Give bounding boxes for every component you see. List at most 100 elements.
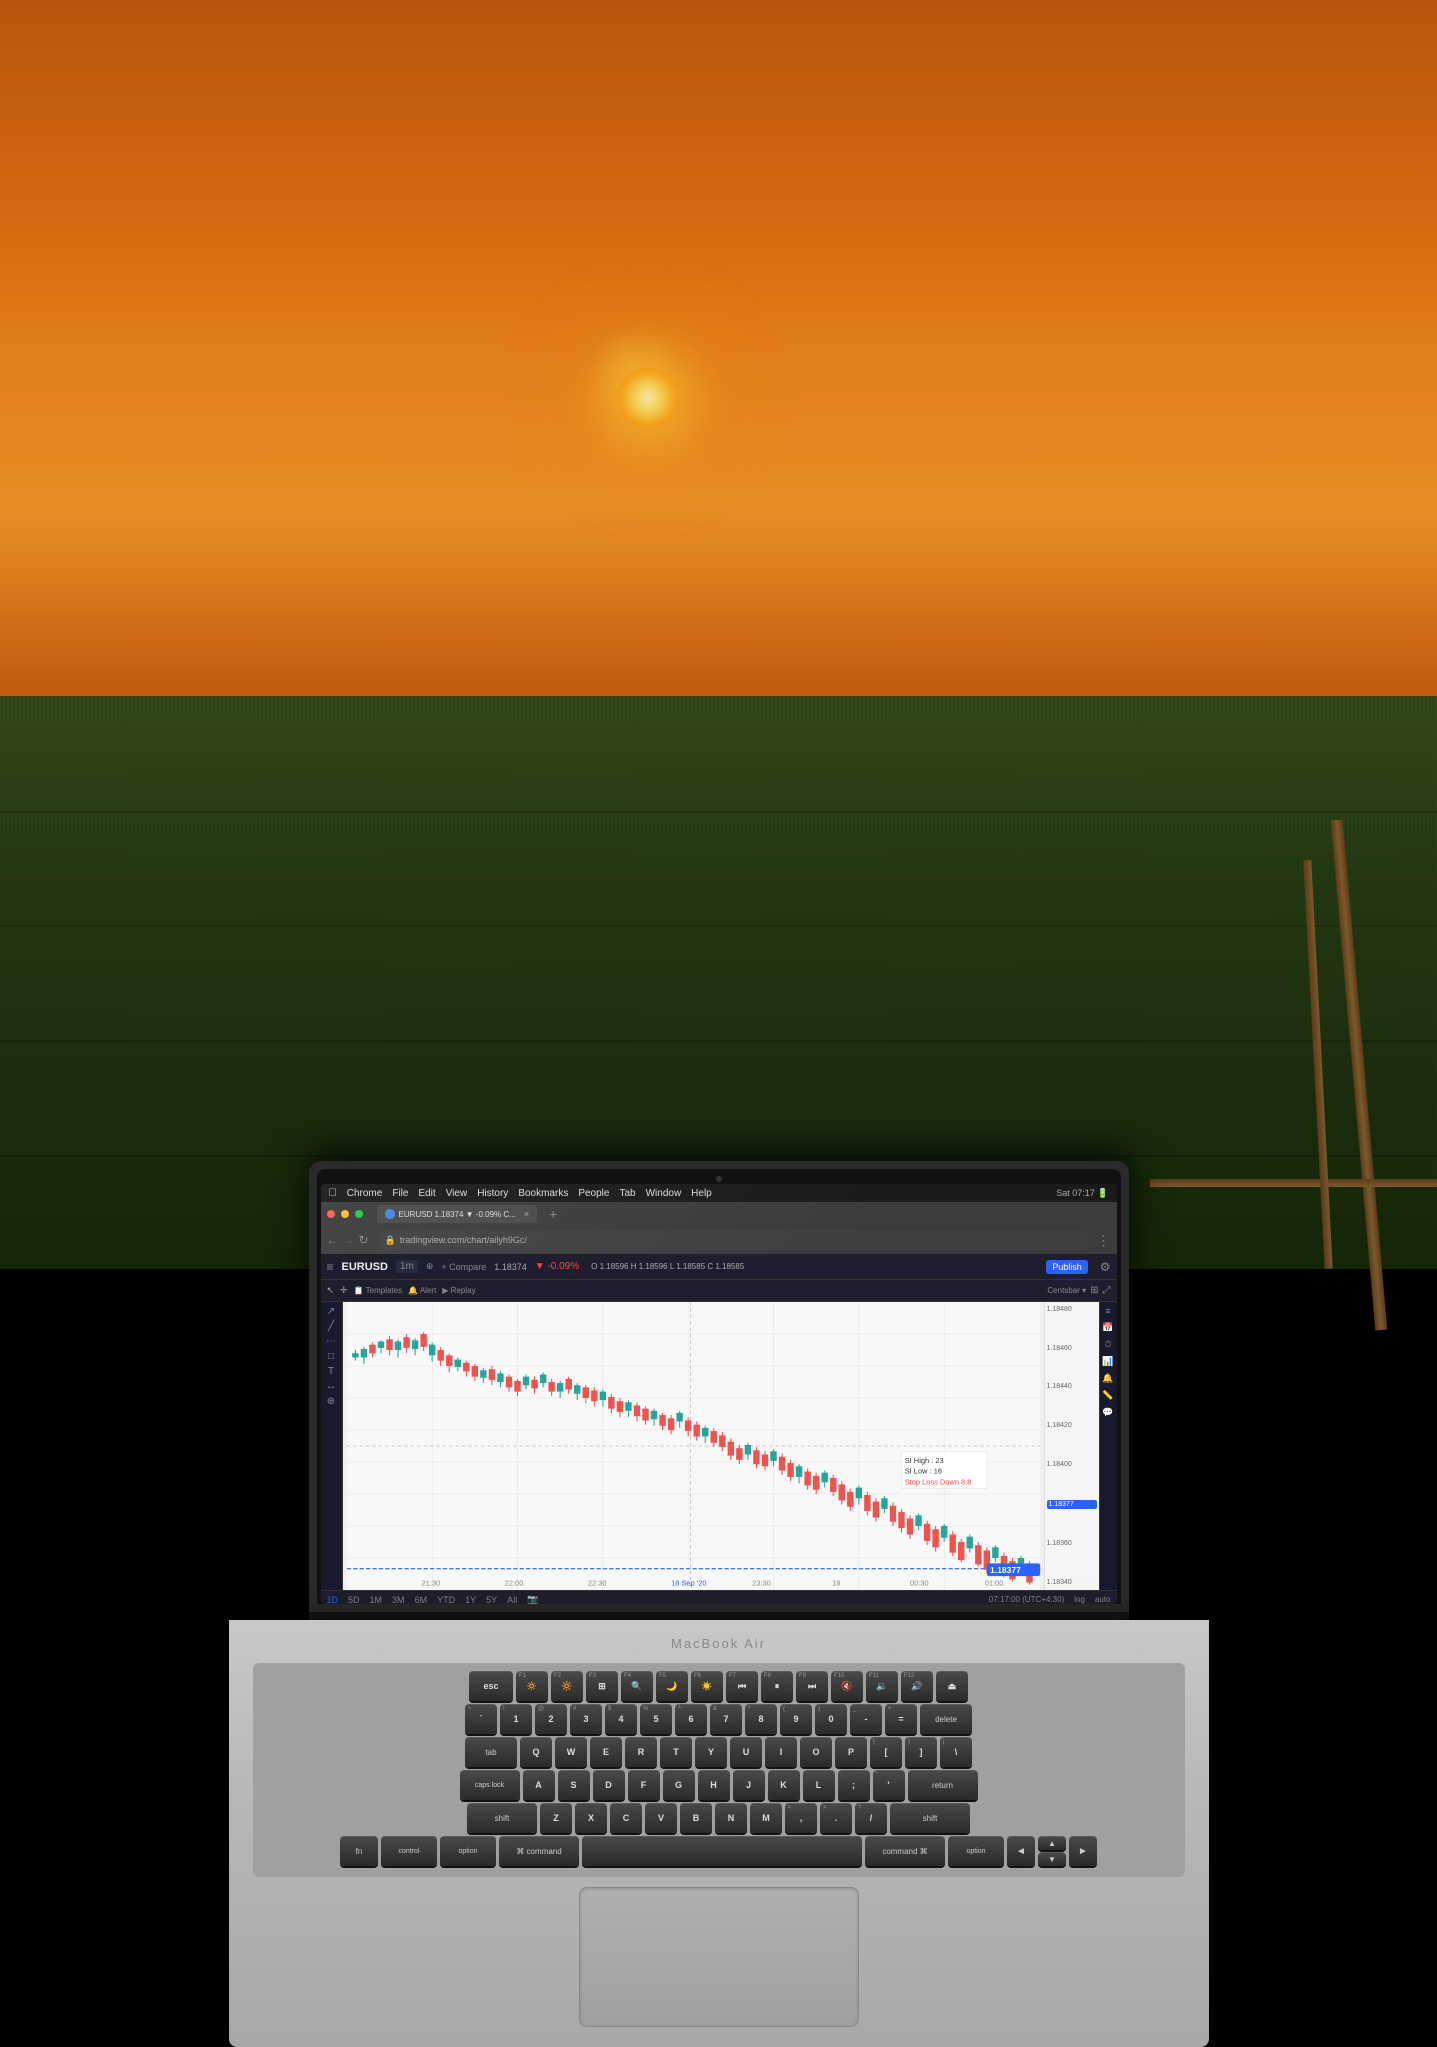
alert-icon-right[interactable]: 🔔 [1102, 1373, 1113, 1384]
fib-tool[interactable]: ⋯ [326, 1336, 336, 1347]
minimize-button[interactable] [341, 1210, 349, 1218]
templates-label[interactable]: 📋 Templates [354, 1286, 403, 1295]
key-slash[interactable]: ?/ [855, 1803, 887, 1833]
tv-symbol[interactable]: EURUSD [342, 1261, 388, 1273]
tv-menu-icon[interactable]: ≡ [327, 1260, 334, 1274]
key-5[interactable]: %5 [640, 1704, 672, 1734]
new-tab-button[interactable]: + [549, 1206, 557, 1222]
watchlist-icon[interactable]: ≡ [1105, 1306, 1110, 1316]
key-shift-right[interactable]: shift [890, 1803, 970, 1833]
calendar-icon[interactable]: 📅 [1102, 1322, 1113, 1333]
key-minus[interactable]: _- [850, 1704, 882, 1734]
timerange-all[interactable]: All [507, 1595, 517, 1605]
timerange-5y[interactable]: 5Y [486, 1595, 497, 1605]
touchpad[interactable] [579, 1887, 859, 2027]
close-button[interactable] [327, 1210, 335, 1218]
key-f11[interactable]: F11🔉 [866, 1671, 898, 1701]
key-j[interactable]: J [733, 1770, 765, 1800]
key-4[interactable]: $4 [605, 1704, 637, 1734]
clock-icon[interactable]: ⏱ [1104, 1339, 1111, 1350]
tv-timeframe[interactable]: 1m [396, 1260, 418, 1273]
view-menu-item[interactable]: View [446, 1188, 468, 1199]
timerange-6m[interactable]: 6M [415, 1595, 428, 1605]
key-t[interactable]: T [660, 1737, 692, 1767]
arrow-tool[interactable]: ↗ [327, 1306, 335, 1317]
key-0[interactable]: )0 [815, 1704, 847, 1734]
key-f12[interactable]: F12🔊 [901, 1671, 933, 1701]
chrome-tab[interactable]: EURUSD 1.18374 ▼ -0.09% C... × [377, 1205, 538, 1223]
chat-icon[interactable]: 💬 [1102, 1407, 1113, 1418]
back-button[interactable]: ← [327, 1233, 339, 1247]
key-f[interactable]: F [628, 1770, 660, 1800]
tab-close-icon[interactable]: × [524, 1209, 529, 1219]
key-spacebar[interactable] [582, 1836, 862, 1866]
chrome-menu-item[interactable]: Chrome [347, 1188, 383, 1199]
zoom-tool[interactable]: ⊕ [327, 1396, 335, 1407]
window-menu-item[interactable]: Window [646, 1188, 682, 1199]
key-1[interactable]: !1 [500, 1704, 532, 1734]
key-equals[interactable]: += [885, 1704, 917, 1734]
key-x[interactable]: X [575, 1803, 607, 1833]
shape-tool[interactable]: □ [328, 1351, 334, 1362]
key-s[interactable]: S [558, 1770, 590, 1800]
key-option-left[interactable]: option [440, 1836, 496, 1866]
reload-button[interactable]: ↻ [359, 1233, 369, 1247]
measure-tool[interactable]: ↔ [326, 1381, 336, 1392]
key-f9[interactable]: F9⏭ [796, 1671, 828, 1701]
tv-compare-label[interactable]: + Compare [441, 1262, 486, 1272]
key-o[interactable]: O [800, 1737, 832, 1767]
file-menu-item[interactable]: File [392, 1188, 408, 1199]
replay-label[interactable]: ▶ Replay [442, 1286, 475, 1295]
publish-button[interactable]: Publish [1046, 1260, 1088, 1274]
tv-fullscreen-icon[interactable]: ⤢ [1103, 1285, 1111, 1296]
tv-auto-btn[interactable]: auto [1095, 1595, 1111, 1604]
key-3[interactable]: #3 [570, 1704, 602, 1734]
bookmarks-menu-item[interactable]: Bookmarks [518, 1188, 568, 1199]
address-bar[interactable]: 🔒 tradingview.com/chart/ailyh9Gc/ [377, 1230, 1089, 1250]
indicator-icon[interactable]: 📊 [1102, 1356, 1113, 1367]
cursor-tool[interactable]: ↖ [327, 1285, 335, 1296]
key-eject[interactable]: ⏏ [936, 1671, 968, 1701]
key-f7[interactable]: F7⏮ [726, 1671, 758, 1701]
chart-canvas[interactable]: SI High : 23 SI Low : 16 Stop Loss Down … [343, 1302, 1044, 1590]
key-i[interactable]: I [765, 1737, 797, 1767]
key-y[interactable]: Y [695, 1737, 727, 1767]
maximize-button[interactable] [355, 1210, 363, 1218]
key-capslock[interactable]: caps lock [460, 1770, 520, 1800]
key-e[interactable]: E [590, 1737, 622, 1767]
key-esc[interactable]: esc [469, 1671, 513, 1701]
key-control[interactable]: control [381, 1836, 437, 1866]
key-c[interactable]: C [610, 1803, 642, 1833]
key-u[interactable]: U [730, 1737, 762, 1767]
people-menu-item[interactable]: People [578, 1188, 609, 1199]
key-up-arrow[interactable]: ▲ [1038, 1836, 1066, 1850]
key-m[interactable]: M [750, 1803, 782, 1833]
key-comma[interactable]: <, [785, 1803, 817, 1833]
help-menu-item[interactable]: Help [691, 1188, 712, 1199]
key-delete[interactable]: delete [920, 1704, 972, 1734]
timerange-1m[interactable]: 1M [370, 1595, 383, 1605]
key-left-arrow[interactable]: ◄ [1007, 1836, 1035, 1866]
key-z[interactable]: Z [540, 1803, 572, 1833]
tv-grid-icon[interactable]: ⊞ [1090, 1285, 1098, 1296]
key-p[interactable]: P [835, 1737, 867, 1767]
key-2[interactable]: @2 [535, 1704, 567, 1734]
key-semicolon[interactable]: :; [838, 1770, 870, 1800]
key-lbracket[interactable]: {[ [870, 1737, 902, 1767]
key-h[interactable]: H [698, 1770, 730, 1800]
alert-label[interactable]: 🔔 Alert [408, 1286, 436, 1295]
key-q[interactable]: Q [520, 1737, 552, 1767]
key-backslash[interactable]: |\ [940, 1737, 972, 1767]
key-k[interactable]: K [768, 1770, 800, 1800]
timerange-1d[interactable]: 1D [327, 1595, 339, 1605]
tv-indicators-icon[interactable]: ⊕ [426, 1261, 434, 1272]
key-w[interactable]: W [555, 1737, 587, 1767]
key-right-arrow[interactable]: ► [1069, 1836, 1097, 1866]
line-tool[interactable]: ╱ [328, 1321, 334, 1332]
key-f10[interactable]: F10🔇 [831, 1671, 863, 1701]
history-menu-item[interactable]: History [477, 1188, 508, 1199]
key-return[interactable]: return [908, 1770, 978, 1800]
key-f1[interactable]: F1🔅 [516, 1671, 548, 1701]
timerange-3m[interactable]: 3M [392, 1595, 405, 1605]
key-down-arrow[interactable]: ▼ [1038, 1852, 1066, 1866]
